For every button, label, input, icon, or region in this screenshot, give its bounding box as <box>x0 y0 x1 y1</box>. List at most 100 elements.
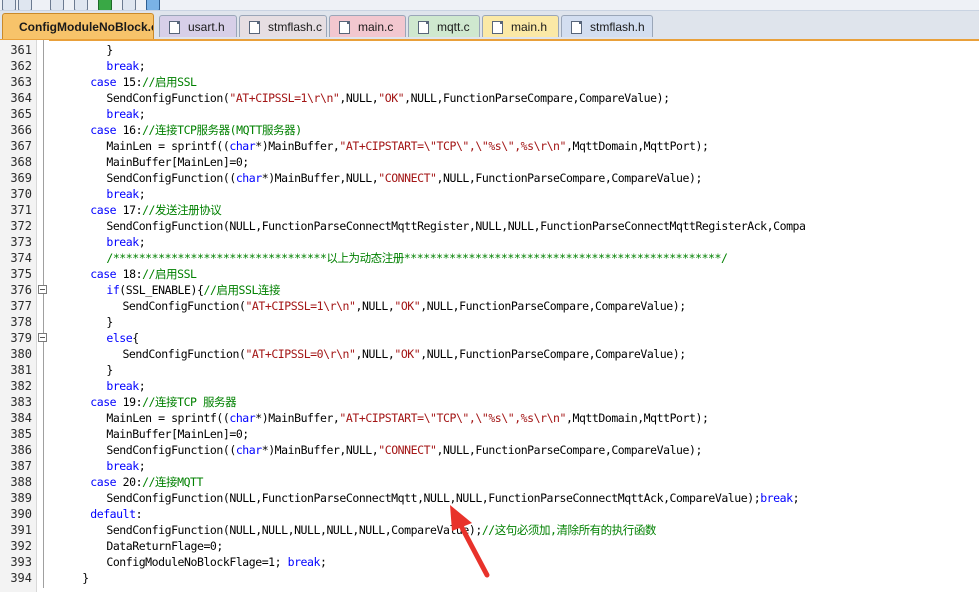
code-line[interactable]: 377 SendConfigFunction("AT+CIPSSL=1\r\n",… <box>0 298 979 314</box>
code-line[interactable]: 380 SendConfigFunction("AT+CIPSSL=0\r\n",… <box>0 346 979 362</box>
comment-token: //连接TCP服务器(MQTT服务器) <box>142 123 302 137</box>
code-line[interactable]: 375 case 18://启用SSL <box>0 266 979 282</box>
code-text: case 15://启用SSL <box>90 74 197 90</box>
code-line[interactable]: 379 else{ <box>0 330 979 346</box>
code-line[interactable]: 362 break; <box>0 58 979 74</box>
code-line[interactable]: 373 break; <box>0 234 979 250</box>
download-icon[interactable] <box>98 0 112 10</box>
tab-main-c[interactable]: main.c <box>329 15 406 37</box>
code-line[interactable]: 382 break; <box>0 378 979 394</box>
line-number: 374 <box>10 251 32 265</box>
code-line[interactable]: 381} <box>0 362 979 378</box>
code-line[interactable]: 371 case 17://发送注册协议 <box>0 202 979 218</box>
code-line[interactable]: 368 MainBuffer[MainLen]=0; <box>0 154 979 170</box>
code-line[interactable]: 361} <box>0 42 979 58</box>
line-number: 363 <box>10 75 32 89</box>
line-number: 372 <box>10 219 32 233</box>
code-token: ,NULL, <box>355 347 395 361</box>
comment-token: //连接MQTT <box>142 475 204 489</box>
comment-token: //启用SSL <box>142 267 197 281</box>
code-token: *)MainBuffer,NULL, <box>261 443 379 457</box>
settings-icon[interactable] <box>146 0 160 10</box>
code-line[interactable]: 390 default: <box>0 506 979 522</box>
file-icon <box>169 21 180 34</box>
code-line[interactable]: 383 case 19://连接TCP 服务器 <box>0 394 979 410</box>
code-text: break; <box>106 458 145 474</box>
tab-usart-h[interactable]: usart.h <box>159 15 237 37</box>
code-token: ,NULL,FunctionParseCompare,CompareValue)… <box>420 347 686 361</box>
code-editor[interactable]: 361} 362 break; 363 case 15://启用SSL 364 SendCo… <box>0 40 979 592</box>
toolbar <box>0 0 979 11</box>
code-token: MainLen = sprintf(( <box>106 139 230 153</box>
code-line[interactable]: 363 case 15://启用SSL <box>0 74 979 90</box>
code-line[interactable]: 387 break; <box>0 458 979 474</box>
keyword-token: case <box>90 75 117 89</box>
code-token: *)MainBuffer, <box>255 139 340 153</box>
wand-icon[interactable] <box>122 0 136 10</box>
string-token: "OK" <box>394 299 421 313</box>
code-text: } <box>106 42 113 58</box>
code-line[interactable]: 388 case 20://连接MQTT <box>0 474 979 490</box>
tools-icon[interactable] <box>18 0 32 10</box>
code-token: } <box>106 43 113 57</box>
keyword-token: break <box>106 459 139 473</box>
code-line[interactable]: 367 MainLen = sprintf((char*)MainBuffer,"… <box>0 138 979 154</box>
code-line[interactable]: 385 MainBuffer[MainLen]=0; <box>0 426 979 442</box>
tab-main-h[interactable]: main.h <box>482 15 559 37</box>
fold-toggle-icon[interactable] <box>38 333 47 342</box>
code-line[interactable]: 384 MainLen = sprintf((char*)MainBuffer,"… <box>0 410 979 426</box>
code-token: ,NULL,FunctionParseCompare,CompareValue)… <box>436 171 703 185</box>
file-icon <box>339 21 350 34</box>
code-line[interactable]: 391 SendConfigFunction(NULL,NULL,NULL,NUL… <box>0 522 979 538</box>
tab-stmflash-h[interactable]: stmflash.h <box>561 15 653 37</box>
window-icon[interactable] <box>2 0 16 10</box>
code-token: ,NULL, <box>339 91 379 105</box>
code-line[interactable]: 394} <box>0 570 979 586</box>
code-text: default: <box>90 506 142 522</box>
code-token: ; <box>138 59 146 73</box>
layout-icon[interactable] <box>50 0 64 10</box>
code-token: ,NULL,FunctionParseCompare,CompareValue)… <box>404 91 670 105</box>
code-token: ,NULL, <box>355 299 395 313</box>
string-token: "AT+CIPSTART=\"TCP\",\"%s\",%s\r\n" <box>339 139 566 153</box>
code-token: MainLen = sprintf(( <box>106 411 230 425</box>
code-token: *)MainBuffer,NULL, <box>261 171 379 185</box>
code-line[interactable]: 392 DataReturnFlage=0; <box>0 538 979 554</box>
code-line[interactable]: 364 SendConfigFunction("AT+CIPSSL=1\r\n",… <box>0 90 979 106</box>
code-text: if(SSL_ENABLE){//启用SSL连接 <box>106 282 280 298</box>
string-token: "CONNECT" <box>378 443 437 457</box>
code-token: SendConfigFunction(NULL,FunctionParseCon… <box>106 491 761 505</box>
code-line[interactable]: 365 break; <box>0 106 979 122</box>
string-token: "OK" <box>394 347 421 361</box>
code-line[interactable]: 393 ConfigModuleNoBlockFlage=1; break; <box>0 554 979 570</box>
code-line[interactable]: 389 SendConfigFunction(NULL,FunctionParse… <box>0 490 979 506</box>
code-line[interactable]: 369 SendConfigFunction((char*)MainBuffer,… <box>0 170 979 186</box>
code-text: MainLen = sprintf((char*)MainBuffer,"AT+… <box>106 410 709 426</box>
tab-label: ConfigModuleNoBlock.c <box>19 20 154 34</box>
line-number: 366 <box>10 123 32 137</box>
tab-stmflash-c[interactable]: stmflash.c <box>239 15 327 37</box>
code-text: break; <box>106 106 145 122</box>
code-text: SendConfigFunction((char*)MainBuffer,NUL… <box>106 442 702 458</box>
code-token: } <box>82 571 89 585</box>
tab-mqtt-c[interactable]: mqtt.c <box>408 15 480 37</box>
string-token: "OK" <box>378 91 405 105</box>
code-line[interactable]: 374 /*********************************以上为… <box>0 250 979 266</box>
tab-configmodulenoblock-c[interactable]: ConfigModuleNoBlock.c <box>2 13 154 39</box>
code-token: SendConfigFunction(NULL,NULL,NULL,NULL,N… <box>106 523 482 537</box>
code-line[interactable]: 376 if(SSL_ENABLE){//启用SSL连接 <box>0 282 979 298</box>
copy-icon[interactable] <box>74 0 88 10</box>
code-line[interactable]: 386 SendConfigFunction((char*)MainBuffer,… <box>0 442 979 458</box>
code-line[interactable]: 370 break; <box>0 186 979 202</box>
code-token: SendConfigFunction( <box>122 299 246 313</box>
line-number: 371 <box>10 203 32 217</box>
code-line[interactable]: 366 case 16://连接TCP服务器(MQTT服务器) <box>0 122 979 138</box>
string-token: "CONNECT" <box>378 171 437 185</box>
line-number: 386 <box>10 443 32 457</box>
line-number: 361 <box>10 43 32 57</box>
fold-toggle-icon[interactable] <box>38 285 47 294</box>
line-number: 377 <box>10 299 32 313</box>
code-line[interactable]: 372 SendConfigFunction(NULL,FunctionParse… <box>0 218 979 234</box>
code-line[interactable]: 378} <box>0 314 979 330</box>
keyword-token: break <box>760 491 793 505</box>
